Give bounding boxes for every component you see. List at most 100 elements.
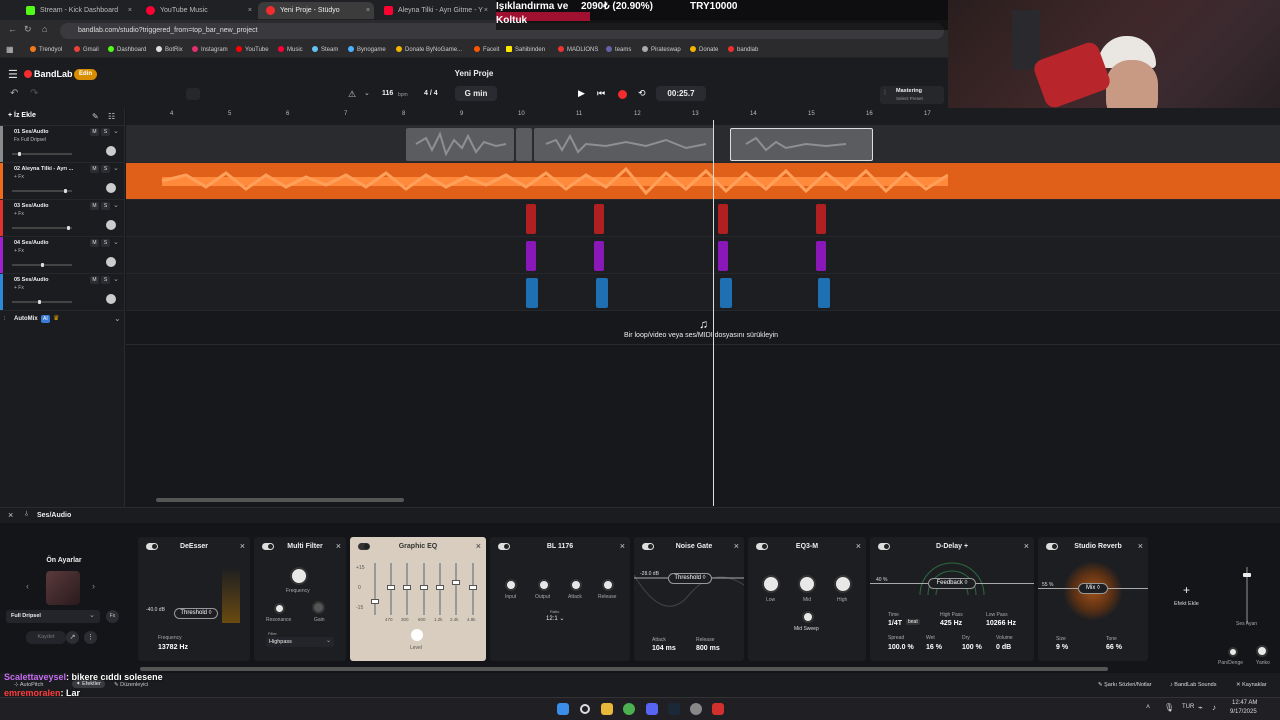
close-icon[interactable]: × xyxy=(476,541,481,551)
record-icon[interactable] xyxy=(618,90,627,99)
audio-clip[interactable] xyxy=(526,241,536,271)
close-icon[interactable]: × xyxy=(484,2,488,19)
pan-knob[interactable] xyxy=(106,220,116,230)
bookmark-donate-bynogame[interactable]: Donate ByNoGame... xyxy=(396,42,462,58)
close-icon[interactable]: × xyxy=(1138,541,1143,551)
frequency-knob[interactable] xyxy=(290,567,308,585)
bookmark-teams[interactable]: teams xyxy=(606,42,631,58)
mid-knob[interactable] xyxy=(798,575,816,593)
preset-selector[interactable]: Full Dripsel ⌄ xyxy=(6,610,100,623)
lane-track-1[interactable] xyxy=(126,126,1280,163)
editor-button[interactable]: ✎ Düzenleyici xyxy=(114,682,148,688)
slider-handle[interactable] xyxy=(371,599,379,604)
automix-label[interactable]: AutoMix xyxy=(14,316,38,322)
track-volume-fader[interactable] xyxy=(12,226,72,230)
mute-button[interactable]: M xyxy=(90,165,99,173)
effect-deesser[interactable]: DeEsser × -40.0 dB Threshold ◊ Frequency… xyxy=(138,537,250,661)
pan-knob[interactable] xyxy=(1228,647,1238,657)
discord-icon[interactable] xyxy=(646,703,658,715)
mix-chip[interactable]: Mix ◊ xyxy=(1078,583,1108,594)
feedback-chip[interactable]: Feedback ◊ xyxy=(928,578,976,589)
track-header[interactable]: 02 Aleyna Tilki - Ayrı ... + Fx M S ⌄ xyxy=(0,163,125,200)
tray-chevron-icon[interactable]: ˄ xyxy=(1146,704,1150,711)
close-icon[interactable]: × xyxy=(366,2,370,19)
input-knob[interactable] xyxy=(505,579,517,591)
track-fx-label[interactable]: Fx Full Dripsel xyxy=(14,137,46,143)
windows-start-icon[interactable] xyxy=(557,703,569,715)
lane-track-2[interactable] xyxy=(126,163,1280,200)
effect-studio-reverb[interactable]: Studio Reverb × 55 % Mix ◊ Size 9 % Tone… xyxy=(1038,537,1148,661)
bookmark-trendyol[interactable]: Trendyol xyxy=(30,42,62,58)
settings-icon[interactable]: ☷ xyxy=(108,112,115,121)
chevron-down-icon[interactable]: ⌄ xyxy=(113,164,119,172)
mute-button[interactable]: M xyxy=(90,202,99,210)
track-fx-label[interactable]: + Fx xyxy=(14,248,24,254)
bookmark-instagram[interactable]: Instagram xyxy=(192,42,228,58)
bpm-value[interactable]: 116 xyxy=(382,90,393,97)
track-fx-label[interactable]: + Fx xyxy=(14,285,24,291)
mid-sweep-knob[interactable] xyxy=(802,611,814,623)
lane-track-4[interactable] xyxy=(126,237,1280,274)
tab-youtube-video[interactable]: Aleyna Tilki - Ayrı Gitme - Y × xyxy=(376,2,492,19)
home-icon[interactable]: ⌂ xyxy=(42,24,47,34)
apps-icon[interactable]: ▦ xyxy=(6,42,14,58)
language-indicator[interactable]: TUR xyxy=(1182,704,1194,710)
slider-handle[interactable] xyxy=(387,584,395,590)
timeline-ruler[interactable]: 4 5 6 7 8 9 10 11 12 13 14 15 16 17 xyxy=(126,108,1280,126)
audio-clip[interactable] xyxy=(720,278,732,308)
chevron-down-icon[interactable]: ⌄ xyxy=(113,127,119,135)
solo-button[interactable]: S xyxy=(101,165,110,173)
track-header[interactable]: 04 Ses/Audio + Fx M S ⌄ xyxy=(0,237,125,274)
track-fx-label[interactable]: + Fx xyxy=(14,174,24,180)
level-knob[interactable] xyxy=(411,629,423,641)
bookmark-gmail[interactable]: Gmail xyxy=(74,42,99,58)
pan-knob[interactable] xyxy=(106,294,116,304)
slider-handle[interactable] xyxy=(452,579,460,585)
eq-band-slider[interactable] xyxy=(387,563,395,615)
audio-clip[interactable] xyxy=(526,204,536,234)
time-signature[interactable]: 4 / 4 xyxy=(424,90,438,97)
audio-clip[interactable] xyxy=(816,241,826,271)
fader-handle[interactable] xyxy=(64,189,68,193)
clock-date[interactable]: 9/17/2025 xyxy=(1230,709,1257,715)
fx-icon[interactable]: Fx xyxy=(106,610,119,623)
fader-handle[interactable] xyxy=(67,226,71,230)
share-icon[interactable]: ↗ xyxy=(66,631,79,644)
bookmark-donate[interactable]: Donate xyxy=(690,42,718,58)
filter-type-select[interactable]: Highpass ⌄ xyxy=(266,637,334,647)
slider-handle[interactable] xyxy=(1243,573,1251,577)
attack-knob[interactable] xyxy=(570,579,582,591)
bookmark-bandlab[interactable]: bandlab xyxy=(728,42,758,58)
drop-zone[interactable]: ♫ Bir loop/video veya ses/MIDI dosyasını… xyxy=(126,315,1280,345)
solo-button[interactable]: S xyxy=(101,276,110,284)
effect-multi-filter[interactable]: Multi Filter × Frequency Resonance Gain … xyxy=(254,537,346,661)
track-volume-fader[interactable] xyxy=(12,300,72,304)
chevron-down-icon[interactable]: ⌄ xyxy=(113,201,119,209)
tab-bandlab-studio[interactable]: Yeni Proje - Stüdyo × xyxy=(258,2,374,19)
lane-track-3[interactable] xyxy=(126,200,1280,237)
bookmark-music[interactable]: Music xyxy=(278,42,303,58)
audio-clip[interactable] xyxy=(594,204,604,234)
bookmark-dashboard[interactable]: Dashboard xyxy=(108,42,146,58)
obs-icon[interactable] xyxy=(690,703,702,715)
solo-button[interactable]: S xyxy=(101,239,110,247)
close-icon[interactable]: × xyxy=(8,510,13,520)
add-track-button[interactable]: + İz Ekle xyxy=(8,112,36,119)
track-header[interactable]: 03 Ses/Audio + Fx M S ⌄ xyxy=(0,200,125,237)
gain-knob[interactable] xyxy=(312,601,325,614)
tab-kick-dashboard[interactable]: Stream - Kick Dashboard × xyxy=(18,2,136,19)
tracks-area[interactable] xyxy=(126,126,1280,311)
eq-band-slider[interactable] xyxy=(452,563,460,615)
effect-d-delay[interactable]: D-Delay + × 40 % Feedback ◊ Time 1/4T be… xyxy=(870,537,1034,661)
chevron-down-icon[interactable]: ⌄ xyxy=(364,89,370,97)
fx-horizontal-scrollbar[interactable] xyxy=(140,667,1108,671)
resonance-knob[interactable] xyxy=(274,603,285,614)
audio-clip[interactable] xyxy=(818,278,830,308)
mute-button[interactable]: M xyxy=(90,239,99,247)
chevron-down-icon[interactable]: ⌄ xyxy=(113,238,119,246)
chrome-icon[interactable] xyxy=(623,703,635,715)
metronome-box[interactable] xyxy=(186,88,200,100)
lane-track-5[interactable] xyxy=(126,274,1280,311)
effect-noise-gate[interactable]: Noise Gate × -28.0 dB Threshold ◊ Attack… xyxy=(634,537,744,661)
slider-handle[interactable] xyxy=(436,584,444,590)
